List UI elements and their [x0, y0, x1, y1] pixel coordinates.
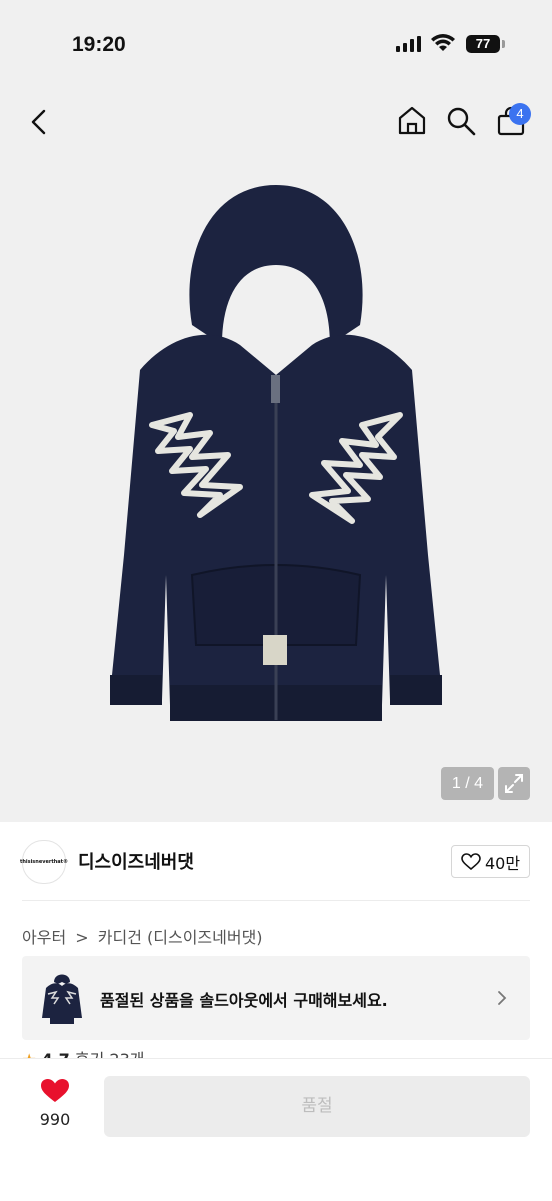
brand-logo[interactable]: thisisneverthat® [19, 840, 69, 884]
search-icon[interactable] [446, 106, 476, 136]
status-time: 19:20 [72, 33, 126, 56]
gallery-counter: 1 / 4 [441, 767, 494, 800]
breadcrumb-category[interactable]: 아우터 [22, 928, 66, 947]
heart-outline-icon [461, 852, 481, 870]
brand-like-count: 40만 [484, 853, 521, 873]
home-icon[interactable] [396, 104, 428, 136]
banner-text: 품절된 상품을 솔드아웃에서 구매해보세요. [100, 991, 388, 1010]
cart-badge: 4 [509, 103, 531, 125]
back-icon[interactable] [28, 108, 50, 136]
banner-product-thumbnail [42, 974, 82, 1024]
brand-like-button[interactable]: 40만 [451, 845, 530, 878]
battery-indicator: 77 [466, 35, 500, 53]
battery-tip [502, 40, 505, 48]
breadcrumb-subcategory[interactable]: 카디건 (디스이즈네버댓) [98, 928, 263, 947]
breadcrumb: 아우터 > 카디건 (디스이즈네버댓) [22, 924, 263, 948]
chevron-right-icon [498, 991, 507, 1005]
heart-filled-icon [41, 1079, 69, 1102]
wifi-icon [431, 34, 455, 51]
signal-icon [396, 36, 421, 52]
expand-icon [505, 774, 523, 793]
brand-logo-text: thisisneverthat® [19, 859, 69, 865]
soldout-button[interactable]: 품절 [104, 1076, 530, 1137]
status-bar: 19:20 77 [0, 0, 552, 88]
wishlist-count: 990 [39, 1110, 71, 1129]
breadcrumb-separator: > [75, 928, 89, 947]
divider [22, 900, 530, 901]
expand-button[interactable] [498, 767, 530, 800]
product-image [110, 185, 442, 721]
brand-name[interactable]: 디스이즈네버댓 [78, 848, 194, 874]
